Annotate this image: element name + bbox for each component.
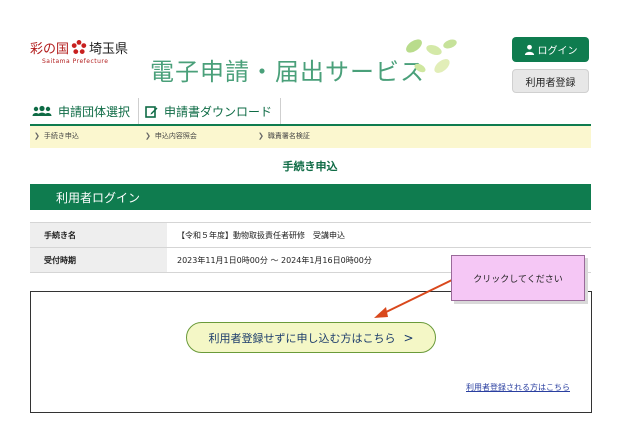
site-title: 電子申請・届出サービス — [150, 58, 425, 86]
step-inquiry[interactable]: ❯ 申込内容照会 — [145, 131, 197, 141]
tab-organization-select[interactable]: 申請団体選択 — [30, 98, 140, 124]
prefecture-logo[interactable]: 彩の国 埼玉県 Saitama Prefecture — [30, 38, 145, 70]
login-section-header: 利用者ログイン — [30, 184, 591, 210]
prefecture-name-en: Saitama Prefecture — [42, 58, 109, 65]
info-label: 手続き名 — [30, 223, 167, 247]
prefecture-name: 彩の国 埼玉県 — [30, 40, 129, 57]
user-icon — [524, 44, 534, 55]
step-apply[interactable]: ❯ 手続き申込 — [34, 131, 79, 141]
prefecture-emblem-icon — [71, 40, 87, 54]
click-here-callout: クリックしてください — [451, 255, 585, 301]
login-button-label: ログイン — [537, 46, 578, 57]
leaves-decoration-icon — [406, 39, 457, 73]
tab-form-download-label: 申請書ダウンロード — [164, 104, 273, 119]
register-link[interactable]: 利用者登録される方はこちら — [466, 382, 570, 393]
chevron-right-icon: ❯ — [145, 132, 151, 140]
chevron-right-icon: ❯ — [34, 132, 40, 140]
apply-button-label: 利用者登録せずに申し込む方はこちら — [208, 331, 396, 345]
apply-without-registration-button[interactable]: 利用者登録せずに申し込む方はこちら > — [186, 322, 436, 353]
chevron-right-icon: ❯ — [258, 132, 264, 140]
info-value: 【令和５年度】動物取扱責任者研修 受講申込 — [167, 223, 591, 247]
step-bar: ❯ 手続き申込 ❯ 申込内容照会 ❯ 職責署名検証 — [30, 126, 591, 148]
nav-tabs: 申請団体選択 申請書ダウンロード — [30, 98, 282, 124]
tab-form-download[interactable]: 申請書ダウンロード — [139, 98, 282, 124]
info-row-procedure-name: 手続き名 【令和５年度】動物取扱責任者研修 受講申込 — [30, 222, 591, 247]
login-button[interactable]: ログイン — [512, 37, 589, 62]
document-edit-icon — [145, 105, 158, 118]
step-signature-verify[interactable]: ❯ 職責署名検証 — [258, 131, 310, 141]
pointer-arrow-icon — [374, 279, 453, 318]
register-button[interactable]: 利用者登録 — [512, 69, 589, 93]
tab-organization-select-label: 申請団体選択 — [58, 104, 131, 119]
chevron-right-icon: > — [403, 330, 414, 345]
group-icon — [32, 105, 52, 116]
page-title: 手続き申込 — [282, 160, 338, 173]
info-label: 受付時期 — [30, 248, 167, 272]
